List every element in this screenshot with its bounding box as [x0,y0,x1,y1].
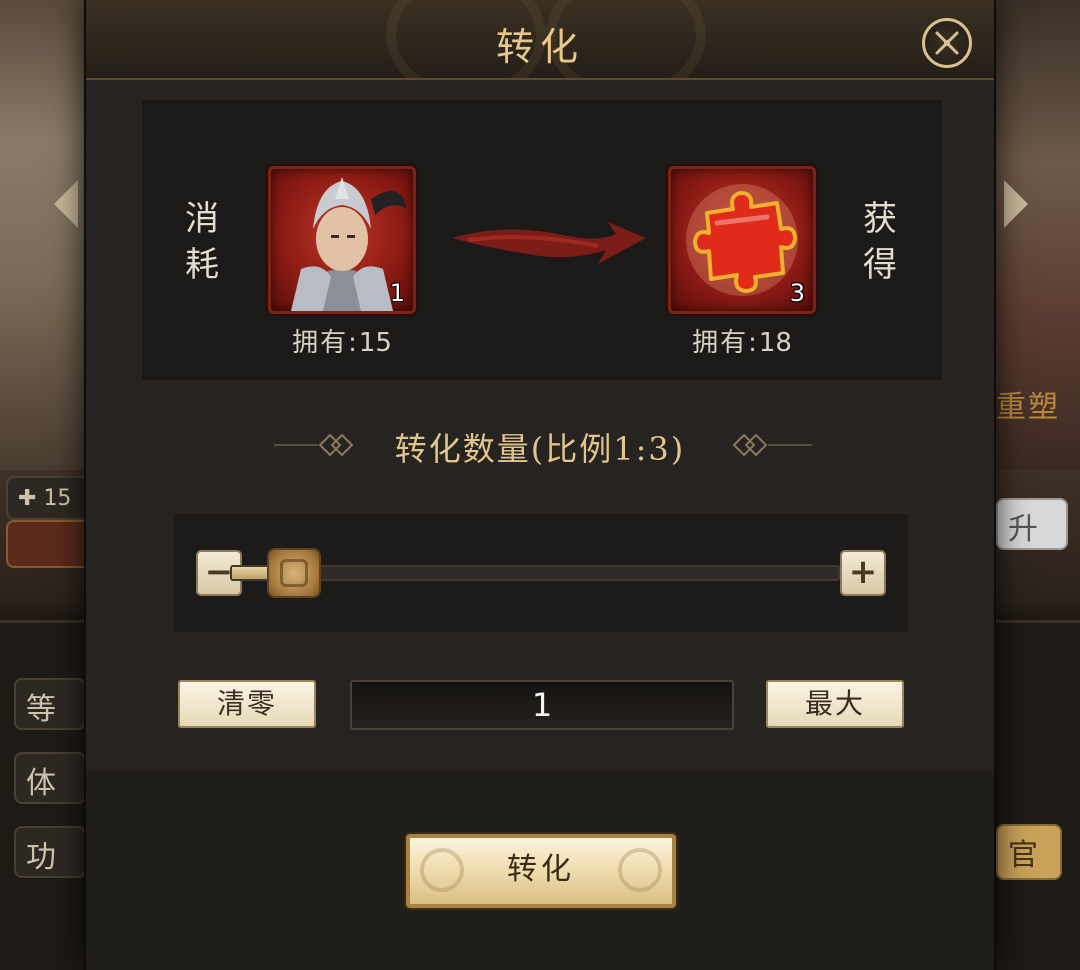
button-cloud-ornament-icon [618,848,662,892]
dialog-header: 转化 [86,0,994,80]
clear-button[interactable]: 清零 [178,680,316,728]
obtain-label: 获 得 [863,199,897,285]
background-level-row: 等 [14,678,86,730]
background-chip-convert [6,520,90,568]
background-merit-row: 功 [14,826,86,878]
consume-label: 消 耗 [185,199,219,285]
ratio-title: 转化数量(比例1:3) [394,430,686,468]
background-official-button: 官 [996,824,1062,880]
convert-dialog: 转化 消 耗 1 拥有:15 3 拥有:18 获 得 转化数量(比例1:3) −… [84,0,996,970]
max-button[interactable]: 最大 [766,680,904,728]
quantity-slider-track[interactable] [230,565,840,581]
quantity-controls: 清零 1 最大 [86,680,994,730]
right-diamond-ornament-icon [732,433,812,457]
increase-button[interactable]: + [840,550,886,596]
background-right-arrow-icon [1004,180,1028,228]
background-upgrade-button: 升 [996,498,1068,550]
red-brush-arrow-icon [452,222,646,264]
obtain-item-slot[interactable]: 3 [668,166,816,314]
quantity-slider-thumb[interactable] [267,548,321,598]
close-button[interactable] [922,18,972,68]
ratio-header: 转化数量(比例1:3) [86,420,994,470]
background-left-view [0,0,90,470]
close-crossed-swords-icon [935,31,959,55]
consume-owned-text: 拥有:15 [292,328,392,358]
consume-item-count: 1 [389,279,405,307]
background-left-arrow-icon [54,180,78,228]
background-stamina-row: 体 [14,752,86,804]
convert-button[interactable]: 转化 [406,834,676,908]
exchange-panel: 消 耗 1 拥有:15 3 拥有:18 获 得 [142,100,942,380]
quantity-input[interactable]: 1 [350,680,734,730]
obtain-item-count: 3 [789,279,805,307]
background-rebuild-text: 重塑 [996,390,1060,425]
consume-item-slot[interactable]: 1 [268,166,416,314]
thumb-pattern-icon [280,559,308,587]
button-cloud-ornament-icon [420,848,464,892]
background-chip-count: ✚ 15 [6,476,90,520]
quantity-slider-panel: − + [174,514,908,632]
quantity-slider-fill [232,567,269,579]
obtain-owned-text: 拥有:18 [692,328,792,358]
dialog-title: 转化 [495,25,584,69]
